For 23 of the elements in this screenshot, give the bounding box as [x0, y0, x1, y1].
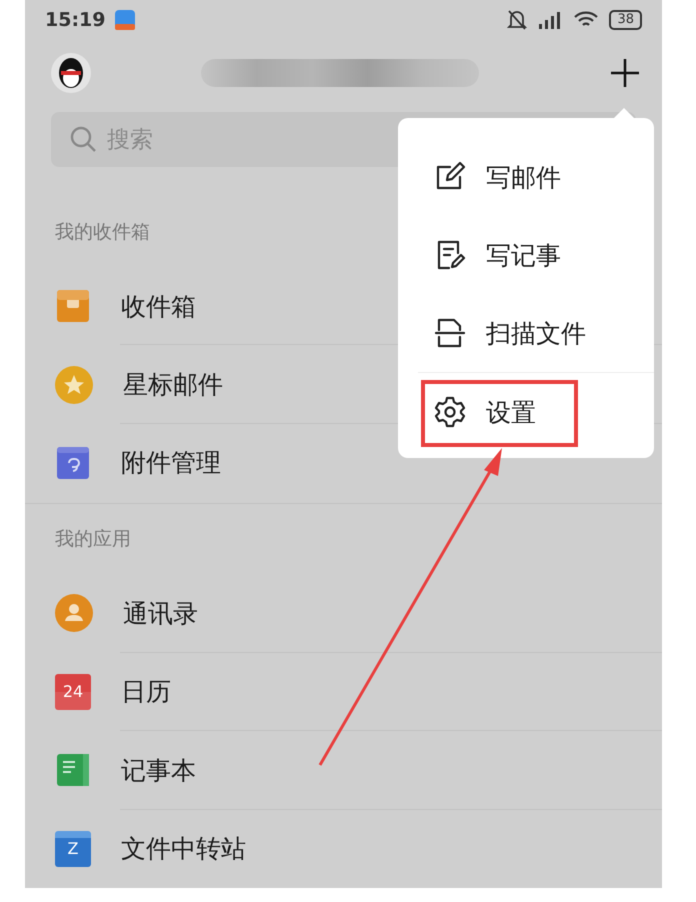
- section-title: 我的应用: [55, 527, 131, 552]
- notebook-icon: [55, 752, 91, 788]
- folder-icon: Z: [55, 830, 91, 867]
- section-title: 我的收件箱: [55, 220, 150, 245]
- list-item[interactable]: Z 文件中转站: [25, 810, 662, 888]
- scan-icon: [434, 317, 466, 349]
- plus-icon[interactable]: [610, 58, 640, 88]
- penguin-avatar: [51, 52, 91, 93]
- calendar-icon: 24: [55, 674, 91, 710]
- battery-icon: 38: [609, 10, 642, 30]
- clock-time: 15:19: [45, 8, 106, 31]
- list-item[interactable]: 记事本: [25, 731, 662, 810]
- app-icon: [115, 10, 136, 30]
- list-item[interactable]: 附件管理: [25, 424, 662, 502]
- search-icon: [69, 125, 97, 154]
- menu-item[interactable]: 扫描文件: [398, 294, 654, 372]
- list-item[interactable]: 通讯录: [25, 574, 662, 653]
- person-icon: [55, 594, 93, 632]
- settings-icon: [434, 396, 466, 428]
- menu-item[interactable]: 写记事: [398, 216, 654, 294]
- inbox-icon: [55, 288, 91, 324]
- bell-muted-icon: [507, 8, 528, 31]
- list-item[interactable]: 24 日历: [25, 652, 662, 732]
